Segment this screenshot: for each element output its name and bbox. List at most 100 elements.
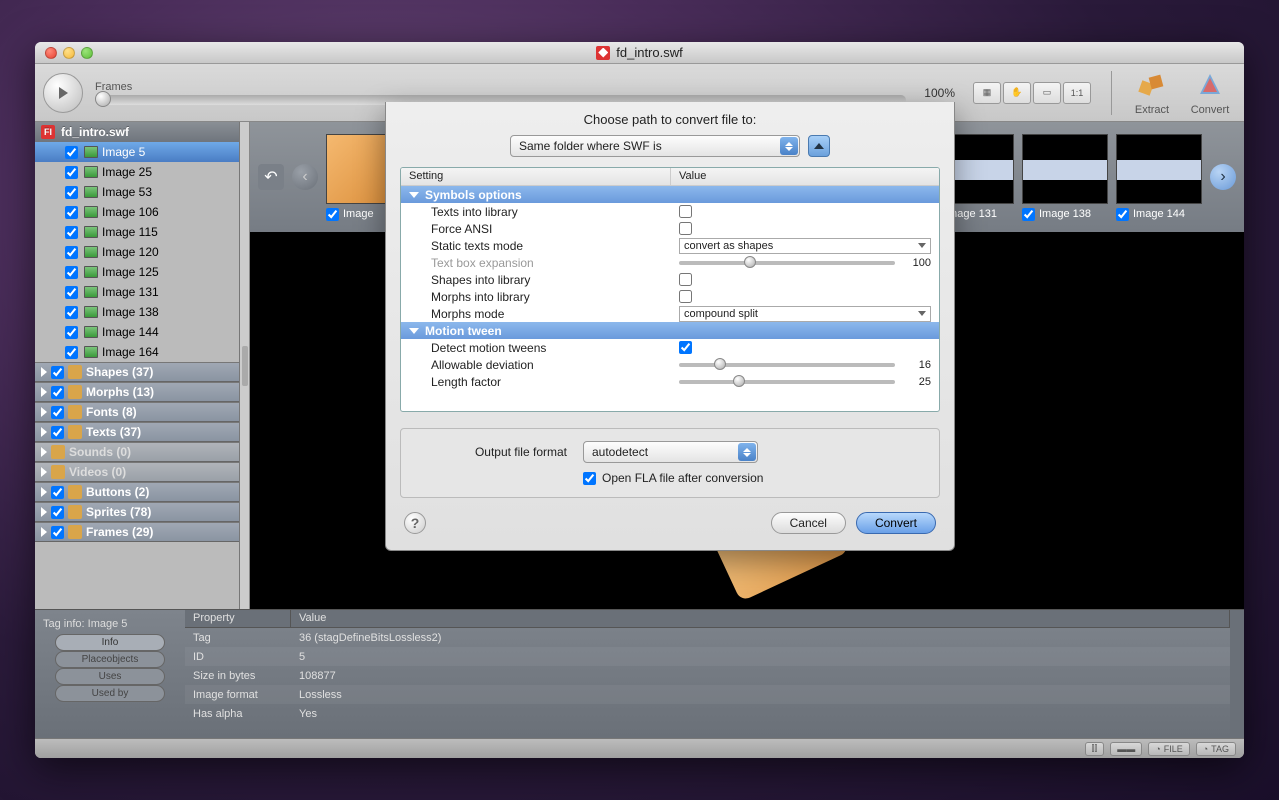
tree-category-row[interactable]: Buttons (2) bbox=[35, 482, 239, 502]
tree-item-label: Image 25 bbox=[102, 165, 152, 179]
view-mode-actual-button[interactable]: 1:1 bbox=[1063, 82, 1091, 104]
status-file-toggle[interactable]: ◔ FILE bbox=[1148, 742, 1189, 756]
tree-image-item[interactable]: Image 138 bbox=[35, 302, 239, 322]
convert-label: Convert bbox=[1191, 104, 1230, 116]
thumbnail-checkbox[interactable] bbox=[1116, 208, 1129, 221]
resource-tree[interactable]: Image 5 Image 25 Image 53Image 106 Image 11… bbox=[35, 142, 239, 609]
setting-label: Text box expansion bbox=[401, 256, 671, 270]
tree-category-row[interactable]: Sprites (78) bbox=[35, 502, 239, 522]
tree-category-row[interactable]: Texts (37) bbox=[35, 422, 239, 442]
category-icon bbox=[51, 465, 65, 479]
tree-item-checkbox[interactable] bbox=[65, 186, 78, 199]
disclosure-triangle-icon bbox=[41, 367, 47, 377]
undo-button[interactable]: ↶ bbox=[258, 164, 284, 190]
image-icon bbox=[84, 206, 98, 218]
tree-item-checkbox[interactable] bbox=[65, 326, 78, 339]
taginfo-used by-button[interactable]: Used by bbox=[55, 685, 165, 702]
texts-into-library-checkbox[interactable] bbox=[679, 205, 692, 218]
category-label: Buttons (2) bbox=[86, 485, 149, 499]
status-segment-splitter-icon[interactable]: ⫿⫿ bbox=[1085, 742, 1105, 756]
group-symbols-options[interactable]: Symbols options bbox=[401, 186, 939, 203]
property-value: 36 (stagDefineBitsLossless2) bbox=[291, 632, 1230, 644]
tree-item-label: Image 115 bbox=[102, 225, 158, 239]
help-button[interactable]: ? bbox=[404, 512, 426, 534]
shapes-into-library-checkbox[interactable] bbox=[679, 273, 692, 286]
thumbnail-item[interactable]: Image 138 bbox=[1022, 134, 1108, 221]
collapse-up-button[interactable] bbox=[808, 135, 830, 157]
tree-image-item[interactable]: Image 5 bbox=[35, 142, 239, 162]
tree-category-row[interactable]: Sounds (0) bbox=[35, 442, 239, 462]
tree-category-row[interactable]: Fonts (8) bbox=[35, 402, 239, 422]
swf-file-icon bbox=[596, 46, 610, 60]
text-box-expansion-slider[interactable] bbox=[679, 261, 895, 265]
property-row: ID5 bbox=[185, 647, 1230, 666]
tree-item-checkbox[interactable] bbox=[65, 146, 78, 159]
detect-motion-checkbox[interactable] bbox=[679, 341, 692, 354]
tree-item-checkbox[interactable] bbox=[65, 246, 78, 259]
tree-item-checkbox[interactable] bbox=[65, 266, 78, 279]
tree-image-item[interactable]: Image 25 bbox=[35, 162, 239, 182]
taginfo-placeobjects-button[interactable]: Placeobjects bbox=[55, 651, 165, 668]
info-scrollbar[interactable] bbox=[1230, 610, 1244, 738]
group-motion-tween[interactable]: Motion tween bbox=[401, 322, 939, 339]
tree-image-item[interactable]: Image 120 bbox=[35, 242, 239, 262]
tree-image-item[interactable]: Image 131 bbox=[35, 282, 239, 302]
tree-category-row[interactable]: Frames (29) bbox=[35, 522, 239, 542]
tree-category-row[interactable]: Videos (0) bbox=[35, 462, 239, 482]
tree-item-checkbox[interactable] bbox=[65, 166, 78, 179]
image-icon bbox=[84, 306, 98, 318]
category-icon bbox=[68, 365, 82, 379]
morphs-mode-combo[interactable]: compound split bbox=[679, 306, 931, 322]
thumbnail-checkbox[interactable] bbox=[1022, 208, 1035, 221]
thumbnail-checkbox[interactable] bbox=[326, 208, 339, 221]
thumbnail-item[interactable]: Image 144 bbox=[1116, 134, 1202, 221]
disclosure-triangle-icon bbox=[41, 407, 47, 417]
output-format-combo[interactable]: autodetect bbox=[583, 441, 758, 463]
tree-item-checkbox[interactable] bbox=[65, 226, 78, 239]
tree-image-item[interactable]: Image 125 bbox=[35, 262, 239, 282]
path-combo[interactable]: Same folder where SWF is bbox=[510, 135, 800, 157]
category-checkbox[interactable] bbox=[51, 386, 64, 399]
view-mode-grid-icon[interactable]: ▦ bbox=[973, 82, 1001, 104]
status-segment-bars-icon[interactable]: ▬▬ bbox=[1110, 742, 1142, 756]
allowable-deviation-slider[interactable] bbox=[679, 363, 895, 367]
force-ansi-checkbox[interactable] bbox=[679, 222, 692, 235]
taginfo-info-button[interactable]: Info bbox=[55, 634, 165, 651]
tree-image-item[interactable]: Image 144 bbox=[35, 322, 239, 342]
play-button[interactable] bbox=[43, 73, 83, 113]
tree-item-checkbox[interactable] bbox=[65, 306, 78, 319]
tree-image-item[interactable]: Image 115 bbox=[35, 222, 239, 242]
static-texts-mode-combo[interactable]: convert as shapes bbox=[679, 238, 931, 254]
category-label: Shapes (37) bbox=[86, 365, 153, 379]
length-factor-slider[interactable] bbox=[679, 380, 895, 384]
morphs-into-library-checkbox[interactable] bbox=[679, 290, 692, 303]
status-tag-toggle[interactable]: ◔ TAG bbox=[1196, 742, 1236, 756]
tree-item-label: Image 131 bbox=[102, 285, 159, 299]
tree-image-item[interactable]: Image 106 bbox=[35, 202, 239, 222]
convert-confirm-button[interactable]: Convert bbox=[856, 512, 936, 534]
image-icon bbox=[84, 186, 98, 198]
category-checkbox[interactable] bbox=[51, 426, 64, 439]
open-after-checkbox[interactable] bbox=[583, 472, 596, 485]
tree-category-row[interactable]: Shapes (37) bbox=[35, 362, 239, 382]
category-checkbox[interactable] bbox=[51, 486, 64, 499]
category-checkbox[interactable] bbox=[51, 366, 64, 379]
view-mode-fit-icon[interactable]: ▭ bbox=[1033, 82, 1061, 104]
splitter-handle[interactable] bbox=[240, 122, 250, 609]
thumb-next-button[interactable]: › bbox=[1210, 164, 1236, 190]
tree-image-item[interactable]: Image 164 bbox=[35, 342, 239, 362]
tree-item-checkbox[interactable] bbox=[65, 346, 78, 359]
tree-item-checkbox[interactable] bbox=[65, 206, 78, 219]
cancel-button[interactable]: Cancel bbox=[771, 512, 846, 534]
taginfo-uses-button[interactable]: Uses bbox=[55, 668, 165, 685]
category-checkbox[interactable] bbox=[51, 526, 64, 539]
category-checkbox[interactable] bbox=[51, 506, 64, 519]
category-checkbox[interactable] bbox=[51, 406, 64, 419]
extract-button[interactable]: Extract bbox=[1126, 70, 1178, 116]
convert-button[interactable]: Convert bbox=[1184, 70, 1236, 116]
tree-category-row[interactable]: Morphs (13) bbox=[35, 382, 239, 402]
thumb-prev-button[interactable]: ‹ bbox=[292, 164, 318, 190]
view-mode-hand-icon[interactable]: ✋ bbox=[1003, 82, 1031, 104]
tree-item-checkbox[interactable] bbox=[65, 286, 78, 299]
tree-image-item[interactable]: Image 53 bbox=[35, 182, 239, 202]
